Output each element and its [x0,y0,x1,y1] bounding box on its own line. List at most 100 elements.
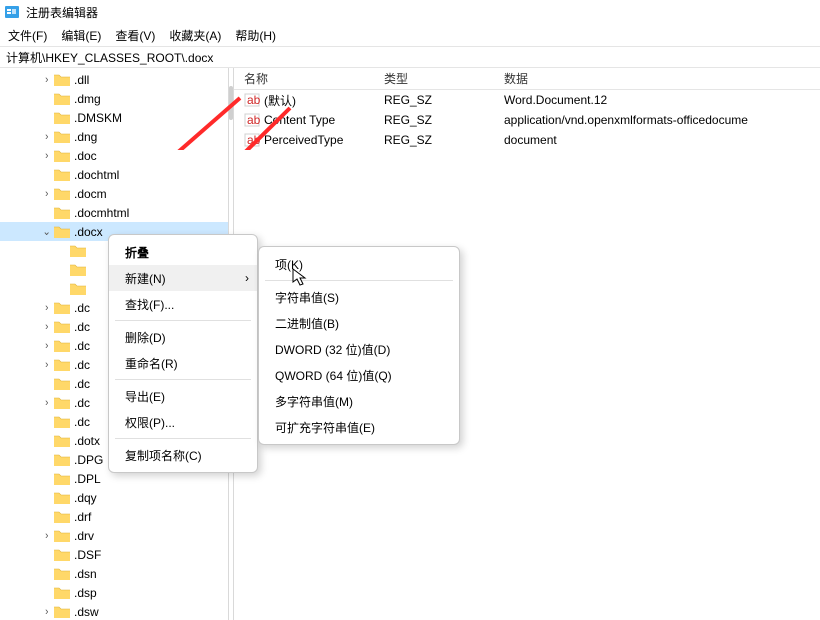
tree-item[interactable]: .dmg [0,89,228,108]
expand-icon[interactable] [40,530,54,542]
window-titlebar: 注册表编辑器 [0,0,820,24]
sub-binary[interactable]: 二进制值(B) [259,310,459,336]
value-row[interactable]: ab(默认)REG_SZWord.Document.12 [234,90,820,110]
col-data-header[interactable]: 数据 [494,70,820,87]
tree-item-label: .DSF [74,548,101,562]
ctx-rename[interactable]: 重命名(R) [109,350,257,376]
tree-item-label: .dng [74,130,97,144]
expand-icon[interactable] [40,150,54,162]
tree-item-label: .DPG [74,453,103,467]
menu-help[interactable]: 帮助(H) [235,27,276,44]
ctx-delete[interactable]: 删除(D) [109,324,257,350]
expand-icon[interactable] [40,302,54,314]
expand-icon[interactable] [40,397,54,409]
tree-item[interactable]: .drf [0,507,228,526]
value-row[interactable]: abPerceivedTypeREG_SZdocument [234,130,820,150]
col-name-header[interactable]: 名称 [234,70,374,87]
menu-fav[interactable]: 收藏夹(A) [169,27,221,44]
tree-item-label: .dsn [74,567,97,581]
address-text: 计算机\HKEY_CLASSES_ROOT\.docx [6,49,213,66]
tree-item-label: .dc [74,377,90,391]
tree-item[interactable]: .drv [0,526,228,545]
value-name: Content Type [264,113,335,127]
tree-item-label: .docm [74,187,107,201]
expand-icon[interactable] [40,131,54,143]
sub-key[interactable]: 项(K) [259,251,459,277]
value-type: REG_SZ [374,113,494,127]
tree-item-label: .dc [74,415,90,429]
window-title: 注册表编辑器 [26,4,98,21]
tree-item-label: .dotx [74,434,100,448]
tree-item[interactable]: .dsp [0,583,228,602]
separator [115,320,251,321]
tree-item[interactable]: .dll [0,70,228,89]
tree-item[interactable]: .DSF [0,545,228,564]
ctx-copykey[interactable]: 复制项名称(C) [109,442,257,468]
chevron-right-icon: › [245,271,249,285]
ctx-collapse[interactable]: 折叠 [109,239,257,265]
menu-bar: 文件(F) 编辑(E) 查看(V) 收藏夹(A) 帮助(H) [0,24,820,46]
tree-item[interactable]: .DMSKM [0,108,228,127]
tree-item-label: .DPL [74,472,101,486]
tree-item-label: .dc [74,301,90,315]
tree-item-label: .dc [74,339,90,353]
tree-item-label: .dsw [74,605,99,619]
tree-item-label: .dc [74,396,90,410]
tree-item-label: .dc [74,358,90,372]
tree-item-label: .dll [74,73,89,87]
tree-item[interactable]: .dqy [0,488,228,507]
scroll-thumb[interactable] [229,86,233,120]
menu-view[interactable]: 查看(V) [115,27,155,44]
expand-icon[interactable] [40,321,54,333]
sub-expand[interactable]: 可扩充字符串值(E) [259,414,459,440]
ctx-export[interactable]: 导出(E) [109,383,257,409]
expand-icon[interactable] [40,359,54,371]
tree-item-label: .docmhtml [74,206,129,220]
tree-item-label: .drv [74,529,94,543]
expand-icon[interactable] [40,74,54,86]
ctx-new-label: 新建(N) [125,270,166,287]
expand-icon[interactable] [40,188,54,200]
tree-item-label: .dsp [74,586,97,600]
tree-item[interactable]: .dsw [0,602,228,620]
svg-text:ab: ab [247,93,260,107]
address-bar[interactable]: 计算机\HKEY_CLASSES_ROOT\.docx [0,46,820,68]
tree-item-label: .drf [74,510,91,524]
value-type: REG_SZ [374,133,494,147]
ctx-find[interactable]: 查找(F)... [109,291,257,317]
tree-item-label: .dqy [74,491,97,505]
tree-item-label: .docx [74,225,103,239]
sub-string[interactable]: 字符串值(S) [259,284,459,310]
value-data: application/vnd.openxmlformats-officedoc… [494,113,820,127]
app-icon [4,4,20,20]
sub-multi[interactable]: 多字符串值(M) [259,388,459,414]
tree-item[interactable]: .dochtml [0,165,228,184]
tree-item-label: .dc [74,320,90,334]
expand-icon[interactable] [40,340,54,352]
tree-item-label: .dochtml [74,168,119,182]
context-submenu: 项(K) 字符串值(S) 二进制值(B) DWORD (32 位)值(D) QW… [258,246,460,445]
ctx-new[interactable]: 新建(N) › [109,265,257,291]
value-type: REG_SZ [374,93,494,107]
svg-text:ab: ab [247,113,260,127]
separator [115,438,251,439]
tree-item[interactable]: .docm [0,184,228,203]
menu-file[interactable]: 文件(F) [8,27,47,44]
tree-item[interactable]: .dng [0,127,228,146]
value-row[interactable]: ab Content Type REG_SZapplication/vnd.open… [234,110,820,130]
separator [115,379,251,380]
sub-dword[interactable]: DWORD (32 位)值(D) [259,336,459,362]
menu-edit[interactable]: 编辑(E) [61,27,101,44]
context-menu: 折叠 新建(N) › 查找(F)... 删除(D) 重命名(R) 导出(E) 权… [108,234,258,473]
ctx-perm[interactable]: 权限(P)... [109,409,257,435]
expand-icon[interactable] [40,225,54,238]
tree-item[interactable]: .dsn [0,564,228,583]
tree-item-label: .dmg [74,92,101,106]
sub-qword[interactable]: QWORD (64 位)值(Q) [259,362,459,388]
value-data: Word.Document.12 [494,93,820,107]
tree-item[interactable]: .docmhtml [0,203,228,222]
col-type-header[interactable]: 类型 [374,70,494,87]
expand-icon[interactable] [40,606,54,618]
value-header: 名称 类型 数据 [234,68,820,90]
tree-item[interactable]: .doc [0,146,228,165]
